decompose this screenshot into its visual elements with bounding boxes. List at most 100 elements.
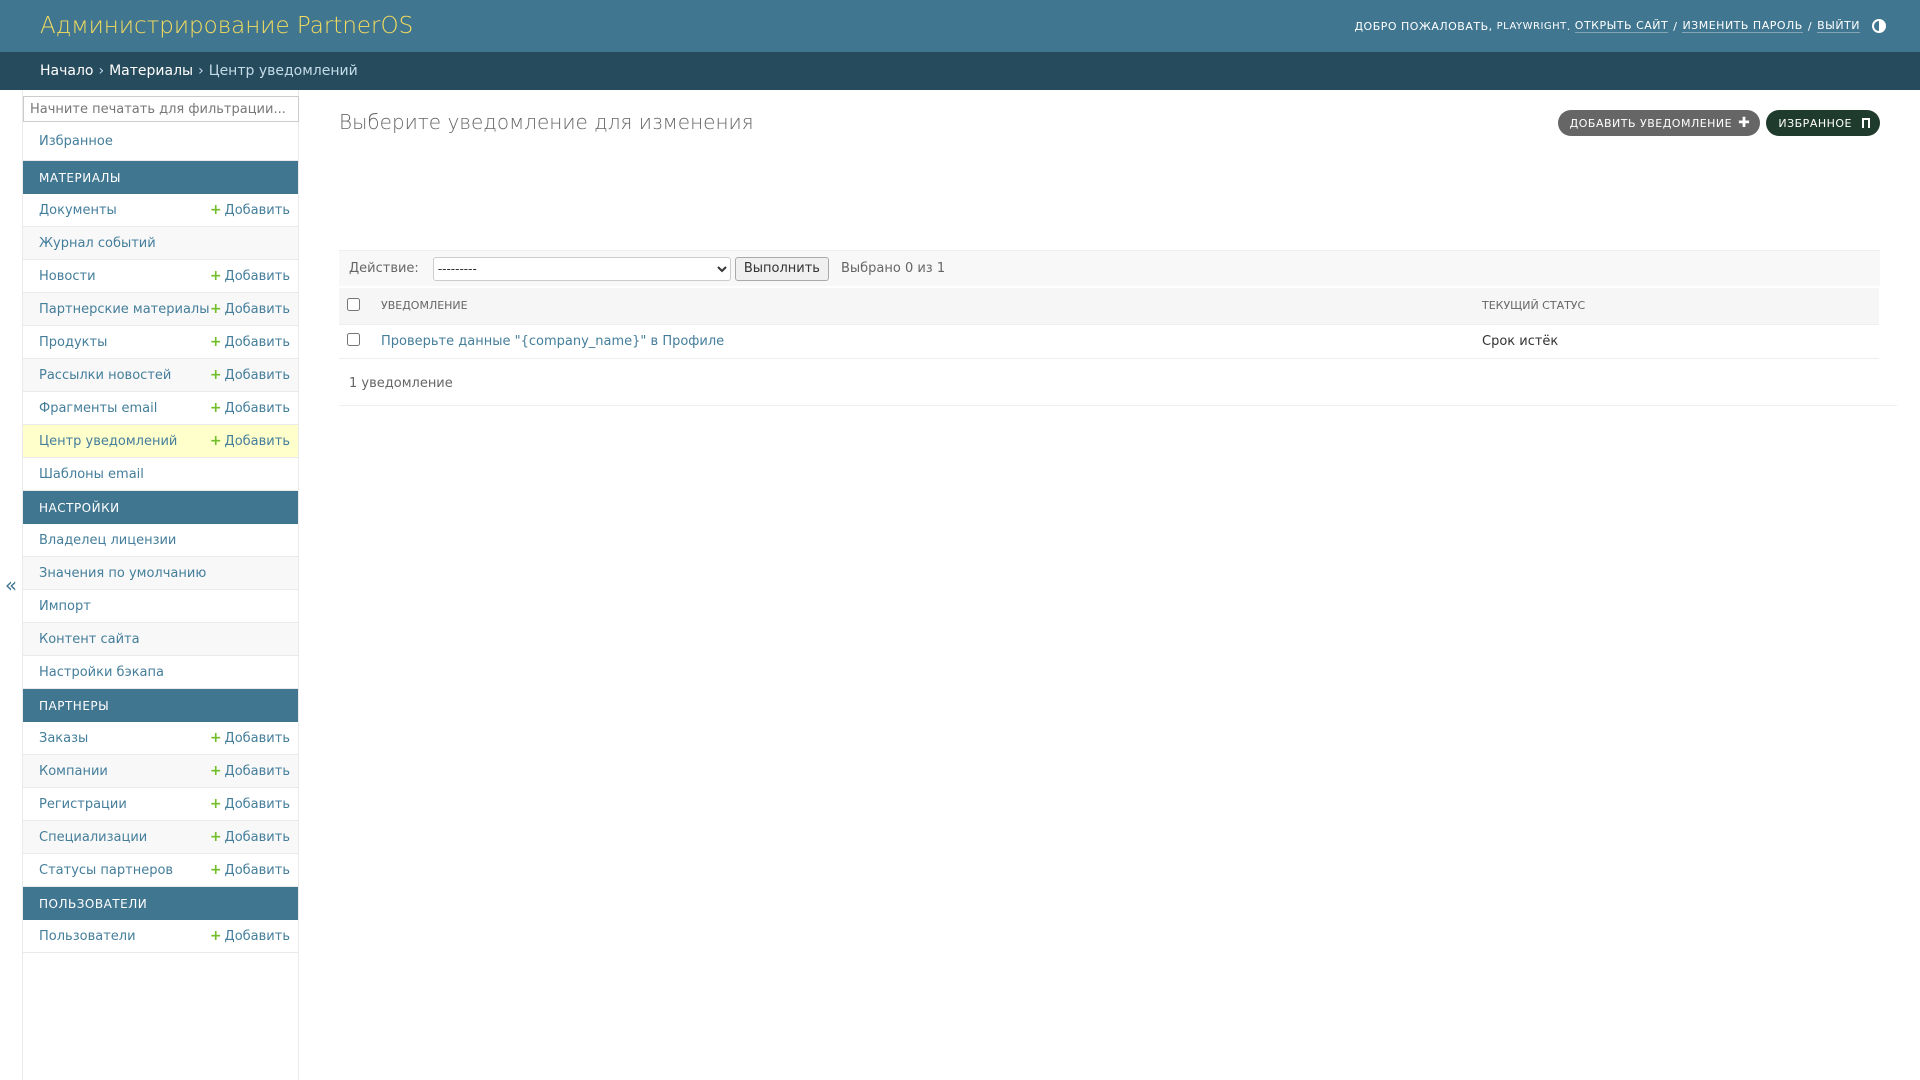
sidebar-item-link[interactable]: Рассылки новостей (39, 368, 171, 383)
sidebar-item-link[interactable]: Настройки бэкапа (39, 665, 164, 680)
sidebar-item-link[interactable]: Регистрации (39, 797, 127, 812)
plus-icon: + (209, 862, 222, 878)
sidebar-item: Шаблоны email (23, 458, 298, 491)
column-header-status[interactable]: Текущий статус (1474, 288, 1879, 325)
sidebar-section-caption[interactable]: Партнеры (23, 689, 298, 722)
favorites-button[interactable]: Избранное (1766, 110, 1880, 136)
breadcrumb: Начало › Материалы › Центр уведомлений (0, 52, 1920, 90)
sidebar-item: Компании + Добавить (23, 755, 298, 788)
sidebar-item-link[interactable]: Документы (39, 203, 117, 218)
sidebar-add-link[interactable]: + Добавить (210, 730, 290, 746)
selection-counter: Выбрано 0 из 1 (840, 261, 946, 276)
view-site-link[interactable]: Открыть сайт (1574, 19, 1669, 33)
sidebar-add-link[interactable]: + Добавить (210, 862, 290, 878)
sidebar-item: Заказы + Добавить (23, 722, 298, 755)
notification-cell: Проверьте данные "{company_name}" в Проф… (373, 324, 1474, 359)
sidebar-add-link[interactable]: + Добавить (210, 829, 290, 845)
sidebar-item-link[interactable]: Значения по умолчанию (39, 566, 206, 581)
sidebar-item-link[interactable]: Компании (39, 764, 108, 779)
sidebar-item-link[interactable]: Контент сайта (39, 632, 140, 647)
sidebar-item: Документы + Добавить (23, 194, 298, 227)
plus-icon: + (209, 268, 222, 284)
branding: Администрирование PartnerOS (40, 13, 413, 39)
sidebar-section-items: Документы + Добавить Журнал событий Новости +… (23, 194, 298, 491)
sidebar-add-label: Добавить (224, 797, 290, 812)
sidebar-add-label: Добавить (224, 203, 290, 218)
header: Администрирование PartnerOS Добро пожало… (0, 0, 1920, 52)
sidebar-item-link[interactable]: Центр уведомлений (39, 434, 177, 449)
add-notification-button[interactable]: Добавить уведомление ✚ (1557, 110, 1761, 136)
sidebar-filter-input[interactable] (23, 96, 299, 122)
site-title[interactable]: Администрирование PartnerOS (40, 13, 413, 39)
sidebar-item: Продукты + Добавить (23, 326, 298, 359)
run-action-button[interactable]: Выполнить (734, 256, 829, 281)
sidebar-item-link[interactable]: Новости (39, 269, 96, 284)
content: Выберите уведомление для изменения Добав… (299, 90, 1920, 1080)
welcome-text: Добро пожаловать, (1354, 19, 1493, 33)
notification-link[interactable]: Проверьте данные "{company_name}" в Проф… (381, 334, 724, 349)
plus-icon: + (209, 433, 222, 449)
sidebar-item: Статусы партнеров + Добавить (23, 854, 298, 887)
breadcrumb-separator: › (98, 63, 105, 79)
sidebar-add-label: Добавить (224, 401, 290, 416)
sidebar-add-label: Добавить (224, 731, 290, 746)
sidebar-item-link[interactable]: Партнерские материалы (39, 302, 209, 317)
breadcrumb-app[interactable]: Материалы (109, 63, 193, 79)
sidebar-add-link[interactable]: + Добавить (210, 202, 290, 218)
plus-icon: + (209, 400, 222, 416)
object-tools: Добавить уведомление ✚ Избранное (1557, 110, 1880, 136)
sidebar-item: Пользователи + Добавить (23, 920, 298, 953)
sidebar-item: Настройки бэкапа (23, 656, 298, 689)
result-table: Уведомление Текущий статус Проверьте дан… (339, 288, 1879, 359)
sidebar-item-link[interactable]: Шаблоны email (39, 467, 144, 482)
sidebar-sections: Материалы Документы + Добавить Журнал событи… (23, 161, 298, 953)
sidebar-section-items: Пользователи + Добавить (23, 920, 298, 953)
plus-icon: + (209, 928, 222, 944)
sidebar-section-caption[interactable]: Материалы (23, 161, 298, 194)
select-all-checkbox[interactable] (347, 297, 360, 311)
sidebar-section-caption[interactable]: Пользователи (23, 887, 298, 920)
breadcrumb-home[interactable]: Начало (40, 63, 93, 79)
plus-icon: + (209, 730, 222, 746)
sidebar-add-label: Добавить (224, 335, 290, 350)
table-header-row: Уведомление Текущий статус (339, 288, 1879, 325)
sidebar-item-link[interactable]: Журнал событий (39, 236, 156, 251)
sidebar-add-link[interactable]: + Добавить (210, 367, 290, 383)
sidebar-item: Значения по умолчанию (23, 557, 298, 590)
sidebar-item: Центр уведомлений + Добавить (23, 425, 298, 458)
sidebar-add-link[interactable]: + Добавить (210, 763, 290, 779)
username: PLAYWRIGHT (1496, 20, 1567, 32)
plus-icon: + (209, 202, 222, 218)
select-all-cell (339, 288, 373, 325)
plus-icon: + (209, 301, 222, 317)
sidebar-add-label: Добавить (224, 434, 290, 449)
sidebar-item-link[interactable]: Импорт (39, 599, 91, 614)
sidebar-section-caption[interactable]: Настройки (23, 491, 298, 524)
sidebar-add-link[interactable]: + Добавить (210, 334, 290, 350)
plus-icon: + (209, 829, 222, 845)
sidebar-item-link[interactable]: Специализации (39, 830, 147, 845)
sidebar-add-link[interactable]: + Добавить (210, 268, 290, 284)
separator: / (1673, 19, 1678, 33)
favorites-link[interactable]: Избранное (39, 134, 113, 149)
toggle-sidebar-button[interactable]: « (0, 90, 22, 1080)
sidebar-item-link[interactable]: Фрагменты email (39, 401, 157, 416)
sidebar-item-link[interactable]: Продукты (39, 335, 107, 350)
sidebar-add-link[interactable]: + Добавить (210, 928, 290, 944)
action-select[interactable]: --------- (432, 256, 731, 281)
sidebar-item-link[interactable]: Статусы партнеров (39, 863, 173, 878)
theme-toggle-icon[interactable] (1872, 19, 1886, 33)
logout-link[interactable]: Выйти (1817, 19, 1860, 33)
sidebar-add-link[interactable]: + Добавить (210, 433, 290, 449)
sidebar-item: Владелец лицензии (23, 524, 298, 557)
sidebar-add-link[interactable]: + Добавить (210, 301, 290, 317)
change-password-link[interactable]: Изменить пароль (1682, 19, 1803, 33)
sidebar-add-link[interactable]: + Добавить (210, 796, 290, 812)
column-header-notification[interactable]: Уведомление (373, 288, 1474, 325)
row-checkbox[interactable] (347, 332, 360, 346)
sidebar-add-link[interactable]: + Добавить (210, 400, 290, 416)
sidebar-item-link[interactable]: Заказы (39, 731, 88, 746)
sidebar-item-link[interactable]: Пользователи (39, 929, 136, 944)
sidebar-item-link[interactable]: Владелец лицензии (39, 533, 176, 548)
paginator: 1 уведомление (339, 362, 1897, 406)
